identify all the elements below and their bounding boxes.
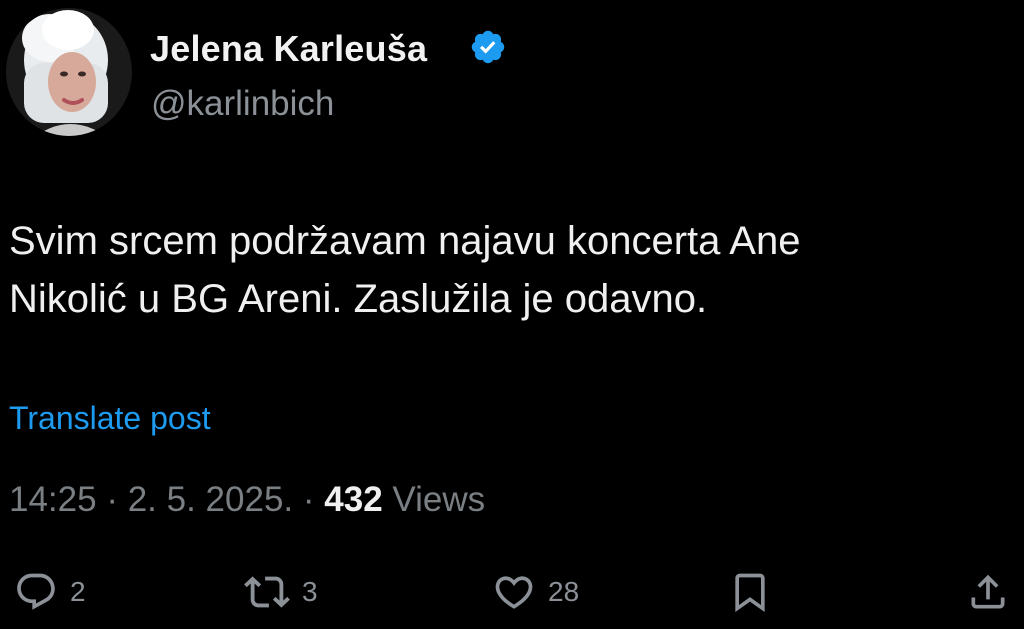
post-text-line: Svim srcem podržavam najavu koncerta Ane	[9, 219, 801, 263]
action-bar: 2 3 28	[0, 560, 1024, 624]
meta-separator: ·	[302, 480, 315, 519]
author-display-name[interactable]: Jelena Karleuša	[150, 28, 427, 70]
views-count: 432	[324, 480, 383, 519]
repost-icon	[244, 569, 290, 615]
like-count: 28	[548, 576, 580, 607]
post-text: Svim srcem podržavam najavu koncerta Ane…	[9, 212, 1009, 328]
views-label: Views	[392, 480, 486, 519]
meta-separator: ·	[106, 480, 118, 519]
repost-count: 3	[302, 576, 318, 607]
repost-button[interactable]: 3	[244, 568, 318, 616]
share-icon	[966, 570, 1010, 614]
share-button[interactable]	[966, 568, 1010, 616]
post-meta: 14:25 · 2. 5. 2025. · 432 Views	[9, 480, 485, 520]
post-date[interactable]: 2. 5. 2025.	[128, 480, 293, 519]
like-icon	[492, 570, 536, 614]
post-time[interactable]: 14:25	[9, 480, 97, 519]
reply-count: 2	[70, 576, 86, 607]
translate-post-link[interactable]: Translate post	[9, 400, 211, 437]
verified-badge-icon	[469, 28, 507, 66]
reply-button[interactable]: 2	[14, 568, 86, 616]
like-button[interactable]: 28	[492, 568, 579, 616]
post-text-line: Nikolić u BG Areni. Zaslužila je odavno.	[9, 277, 708, 321]
bookmark-button[interactable]	[728, 568, 772, 616]
author-handle[interactable]: @karlinbich	[151, 84, 334, 124]
bookmark-icon	[728, 570, 772, 614]
avatar[interactable]	[6, 8, 132, 136]
reply-icon	[14, 570, 58, 614]
